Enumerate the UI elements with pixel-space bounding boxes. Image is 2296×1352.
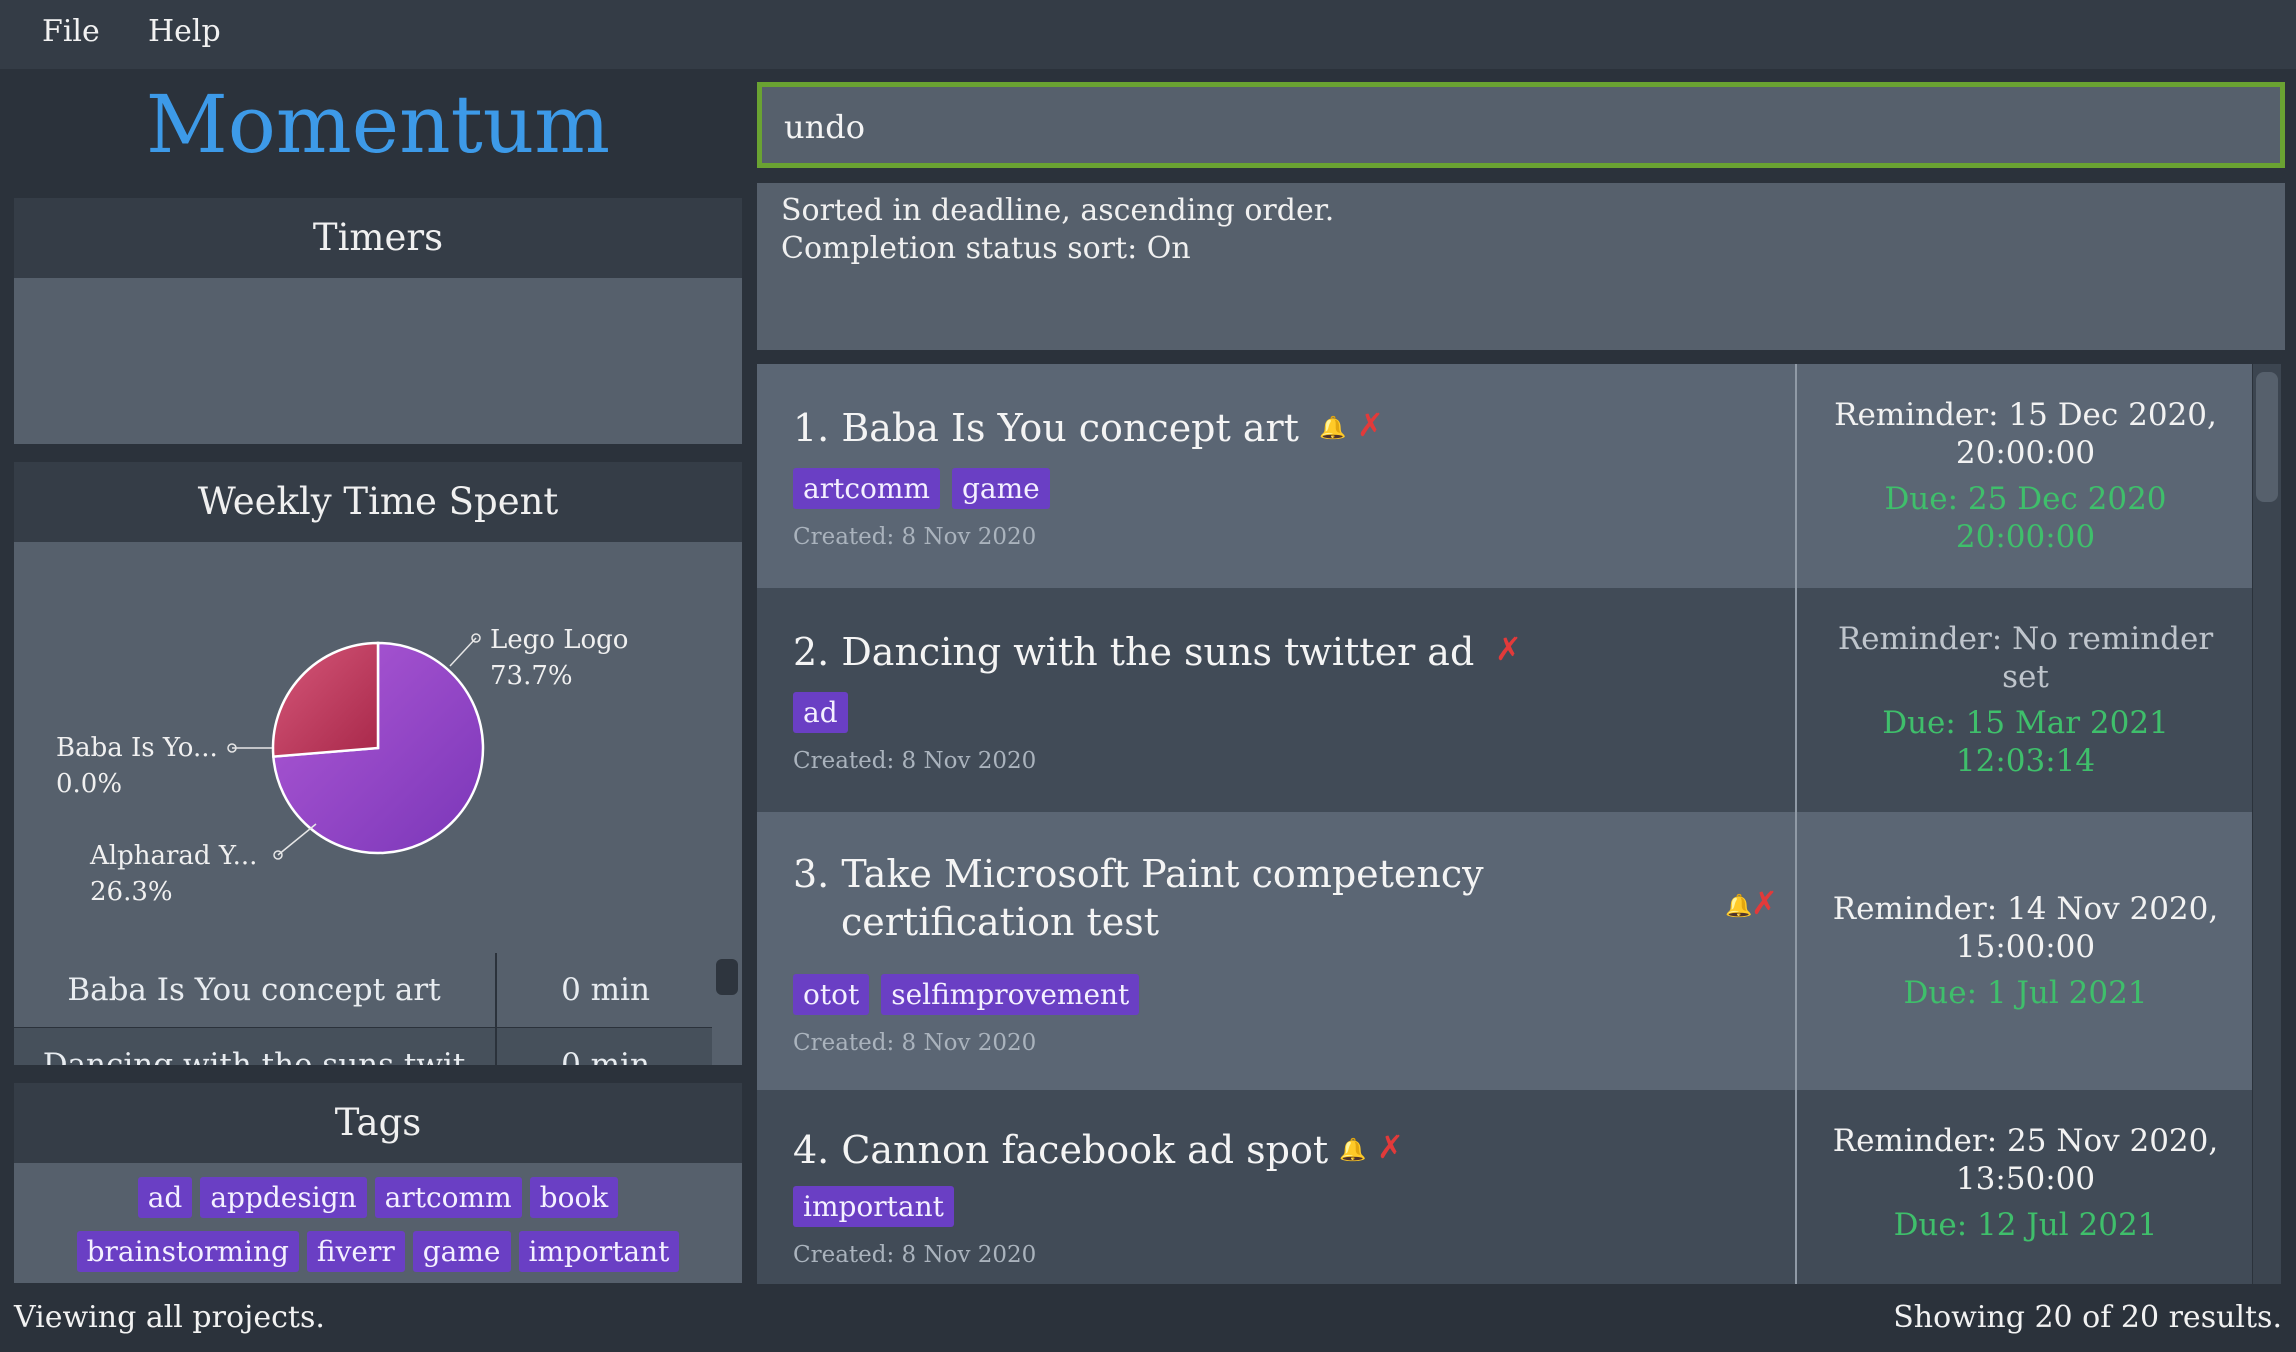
created-date: Created: 8 Nov 2020 [793,1030,1037,1056]
time-spent-project-name: Baba Is You concept art [67,972,441,1008]
tags-row-1: ad appdesign artcomm book [14,1177,742,1218]
tag-chip: game [951,468,1050,509]
pie-leader-alpharad [277,823,317,856]
status-left: Viewing all projects. [14,1300,325,1335]
project-title: 2. Dancing with the suns twitter ad [793,630,1475,674]
incomplete-x-icon: ✗ [1377,1128,1404,1166]
due-text: Due: 25 Dec 2020 [1884,481,2167,517]
project-tags: ad [793,692,860,733]
project-card[interactable]: 2. Dancing with the suns twitter ad ✗ ad… [757,588,2252,812]
timers-body [14,278,742,444]
time-spent-project-name: Dancing with the suns twit [42,1047,466,1065]
command-box[interactable] [757,82,2285,168]
project-card[interactable]: 4. Cannon facebook ad spot 🔔 ✗ important… [757,1090,2252,1284]
tag-chip: artcomm [374,1177,522,1218]
tag-chip: fiverr [306,1231,405,1272]
project-card-main: 1. Baba Is You concept art 🔔 ✗ artcomm ga… [757,364,1795,588]
due-text: Due: 12 Jul 2021 [1893,1207,2158,1243]
result-line: Sorted in deadline, ascending order. [781,193,1335,228]
app-title: Momentum [145,78,611,171]
reminder-bell-icon: 🔔 [1319,416,1347,441]
reminder-bell-icon: 🔔 [1725,894,1753,919]
project-card-dates: Reminder: 25 Nov 2020, 13:50:00 Due: 12 … [1795,1090,2252,1284]
due-text: 12:03:14 [1955,743,2096,779]
table-row[interactable]: Dancing with the suns twit 0 min [14,1028,712,1065]
tag-chip: selfimprovement [881,974,1140,1015]
menu-bar: File Help [0,0,2296,69]
tag-chip: otot [793,974,870,1015]
tag-chip: important [793,1186,954,1227]
created-date: Created: 8 Nov 2020 [793,1242,1037,1268]
menu-help[interactable]: Help [148,14,221,49]
reminder-text: set [2002,659,2049,695]
reminder-text: 15:00:00 [1955,929,2096,965]
project-card[interactable]: 3. Take Microsoft Paint competency certi… [757,812,2252,1090]
due-text: 20:00:00 [1955,519,2096,555]
tag-chip: important [518,1231,680,1272]
tag-chip: appdesign [200,1177,367,1218]
time-spent-scrollbar[interactable] [712,953,742,1065]
project-card-main: 2. Dancing with the suns twitter ad ✗ ad… [757,588,1795,812]
reminder-text: Reminder: 14 Nov 2020, [1832,891,2219,927]
pie-label-lego: Lego Logo 73.7% [490,625,629,691]
pie-label-baba: Baba Is Yo... 0.0% [56,733,218,799]
project-list[interactable]: 1. Baba Is You concept art 🔔 ✗ artcomm ga… [757,364,2281,1284]
result-line: Completion status sort: On [781,231,1191,266]
reminder-text: Reminder: No reminder [1837,621,2214,657]
reminder-text: Reminder: 15 Dec 2020, [1834,397,2217,433]
project-card-dates: Reminder: 14 Nov 2020, 15:00:00 Due: 1 J… [1795,812,2252,1090]
result-display: Sorted in deadline, ascending order. Com… [757,183,2285,350]
project-card[interactable]: 1. Baba Is You concept art 🔔 ✗ artcomm ga… [757,364,2252,588]
due-text: Due: 15 Mar 2021 [1882,705,2169,741]
due-text: Due: 1 Jul 2021 [1903,975,2148,1011]
project-tags: artcomm game [793,468,1062,509]
tag-chip: brainstorming [76,1231,299,1272]
time-spent-value: 0 min [495,953,712,1027]
reminder-text: 20:00:00 [1955,435,2096,471]
tag-chip: ad [793,692,848,733]
reminder-text: 13:50:00 [1955,1161,2096,1197]
pie-leader-lego [449,637,477,667]
project-card-dates: Reminder: 15 Dec 2020, 20:00:00 Due: 25 … [1795,364,2252,588]
reminder-bell-icon: 🔔 [1339,1138,1367,1163]
tags-header: Tags [14,1083,742,1163]
project-card-main: 4. Cannon facebook ad spot 🔔 ✗ important… [757,1090,1795,1284]
tag-chip: artcomm [793,468,940,509]
menu-file[interactable]: File [42,14,100,49]
project-card-main: 3. Take Microsoft Paint competency certi… [757,812,1795,1090]
status-right: Showing 20 of 20 results. [1893,1300,2282,1335]
tag-chip: game [412,1231,511,1272]
project-list-scroll-thumb[interactable] [2256,372,2278,502]
project-title: 4. Cannon facebook ad spot [793,1128,1329,1172]
time-spent-table[interactable]: Baba Is You concept art 0 min Dancing wi… [14,953,712,1065]
created-date: Created: 8 Nov 2020 [793,524,1037,550]
table-row[interactable]: Baba Is You concept art 0 min [14,953,712,1027]
tag-chip: ad [137,1177,193,1218]
project-card-dates: Reminder: No reminder set Due: 15 Mar 20… [1795,588,2252,812]
reminder-text: Reminder: 25 Nov 2020, [1832,1123,2219,1159]
project-title: 3. Take Microsoft Paint competency [793,852,1484,896]
incomplete-x-icon: ✗ [1751,884,1778,922]
command-input[interactable] [784,105,2184,149]
tags-body: ad appdesign artcomm book brainstorming five… [14,1163,742,1283]
timers-header: Timers [14,198,742,278]
time-spent-value: 0 min [495,1028,712,1065]
project-list-scrollbar[interactable] [2253,364,2281,1284]
weekly-header: Weekly Time Spent [14,462,742,542]
weekly-chart-area: Lego Logo 73.7% Baba Is Yo... 0.0% Alphara… [14,542,742,953]
created-date: Created: 8 Nov 2020 [793,748,1037,774]
project-title: 1. Baba Is You concept art [793,406,1299,450]
incomplete-x-icon: ✗ [1357,406,1384,444]
project-title-continued: certification test [841,900,1160,944]
tag-chip: book [529,1177,619,1218]
project-tags: important [793,1186,966,1227]
project-tags: otot selfimprovement [793,974,1151,1015]
tags-row-2: brainstorming fiverr game important [14,1231,742,1272]
incomplete-x-icon: ✗ [1495,630,1522,668]
time-spent-scroll-thumb[interactable] [716,959,738,995]
pie-label-alpharad: Alpharad Y... 26.3% [90,841,258,907]
pie-slice-alpharad [271,641,380,758]
